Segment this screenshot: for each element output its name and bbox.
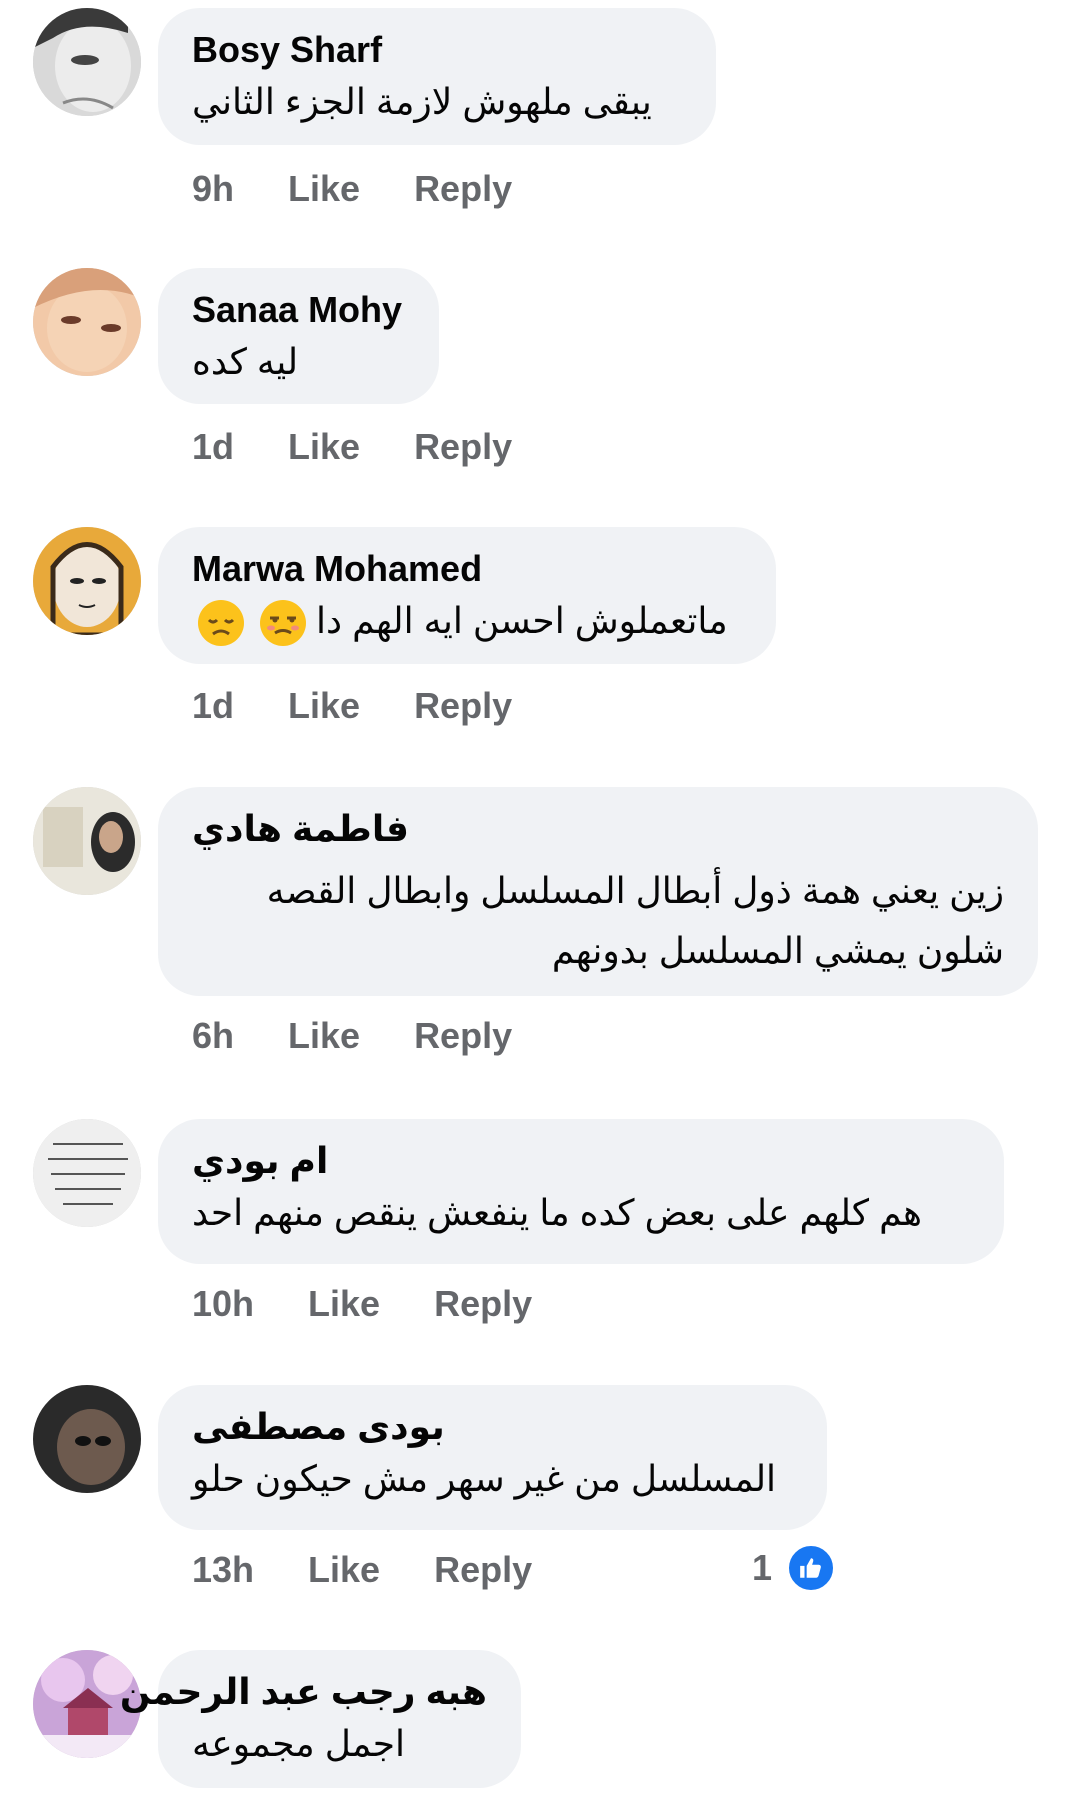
reply-link[interactable]: Reply <box>414 685 512 727</box>
comment-text: يبقى ملهوش لازمة الجزء الثاني <box>192 81 652 122</box>
like-link[interactable]: Like <box>288 685 360 727</box>
comment-text: ليه كده <box>192 341 299 382</box>
like-link[interactable]: Like <box>288 426 360 468</box>
comment-actions: 1d Like Reply <box>192 426 566 468</box>
comment-text: هم كلهم على بعض كده ما ينفعش ينقص منهم ا… <box>192 1192 923 1233</box>
comment-time[interactable]: 10h <box>192 1283 254 1325</box>
comment-actions: 1d Like Reply <box>192 685 566 727</box>
comment-actions: 10h Like Reply <box>192 1283 586 1325</box>
reaction-count: 1 <box>752 1547 773 1588</box>
comment-bubble: Marwa Mohamed ماتعملوش احسن ايه الهم دا <box>158 527 776 664</box>
like-link[interactable]: Like <box>308 1283 380 1325</box>
comment-actions: 6h Like Reply <box>192 1015 566 1057</box>
avatar[interactable] <box>33 1385 141 1493</box>
avatar[interactable] <box>33 1119 141 1227</box>
comment-text: اجمل مجموعه <box>192 1723 406 1764</box>
avatar[interactable] <box>33 8 141 116</box>
avatar[interactable] <box>33 787 141 895</box>
comment-text-body: ماتعملوش احسن ايه الهم دا <box>316 600 728 641</box>
comment-bubble: Bosy Sharf يبقى ملهوش لازمة الجزء الثاني <box>158 8 716 145</box>
comment-text: المسلسل من غير سهر مش حيكون حلو <box>192 1458 777 1499</box>
disappointed-face-icon <box>198 600 244 647</box>
reaction-summary[interactable]: 1 <box>752 1543 837 1593</box>
like-link[interactable]: Like <box>308 1549 380 1591</box>
comment-text-line: شلون يمشي المسلسل بدونهم <box>551 930 1004 971</box>
reply-link[interactable]: Reply <box>434 1549 532 1591</box>
comment-author[interactable]: Sanaa Mohy <box>192 288 405 332</box>
thumbs-up-icon <box>786 1543 837 1593</box>
comment-time[interactable]: 6h <box>192 1015 234 1057</box>
like-link[interactable]: Like <box>288 1015 360 1057</box>
like-link[interactable]: Like <box>288 168 360 210</box>
unamused-face-icon <box>260 600 307 647</box>
comment-bubble: هبه رجب عبد الرحمن اجمل مجموعه <box>120 1650 521 1788</box>
comment-actions: 9h Like Reply <box>192 168 566 210</box>
reply-link[interactable]: Reply <box>414 426 512 468</box>
comment-author[interactable]: Marwa Mohamed <box>192 547 742 591</box>
comment-time[interactable]: 1d <box>192 426 234 468</box>
comment-text-line: زين يعني همة ذول أبطال المسلسل وابطال ال… <box>266 870 1004 911</box>
avatar[interactable] <box>33 527 141 635</box>
comment-author[interactable]: بودى مصطفى <box>192 1405 793 1449</box>
comment-bubble: فاطمة هادي زين يعني همة ذول أبطال المسلس… <box>158 787 1038 996</box>
comment-author[interactable]: فاطمة هادي <box>192 807 1004 851</box>
reply-link[interactable]: Reply <box>414 1015 512 1057</box>
comment-author[interactable]: هبه رجب عبد الرحمن <box>120 1670 487 1714</box>
comment-actions: 13h Like Reply <box>192 1549 586 1591</box>
avatar[interactable] <box>33 268 141 376</box>
comment-time[interactable]: 13h <box>192 1549 254 1591</box>
reply-link[interactable]: Reply <box>434 1283 532 1325</box>
comment-text: ماتعملوش احسن ايه الهم دا <box>192 591 742 651</box>
comment-time[interactable]: 1d <box>192 685 234 727</box>
comment-author[interactable]: ام بودي <box>192 1139 970 1183</box>
comment-bubble: Sanaa Mohy ليه كده <box>158 268 439 404</box>
comment-author[interactable]: Bosy Sharf <box>192 28 682 72</box>
comment-bubble: ام بودي هم كلهم على بعض كده ما ينفعش ينق… <box>158 1119 1004 1264</box>
comment-time[interactable]: 9h <box>192 168 234 210</box>
reply-link[interactable]: Reply <box>414 168 512 210</box>
comment-bubble: بودى مصطفى المسلسل من غير سهر مش حيكون ح… <box>158 1385 827 1530</box>
